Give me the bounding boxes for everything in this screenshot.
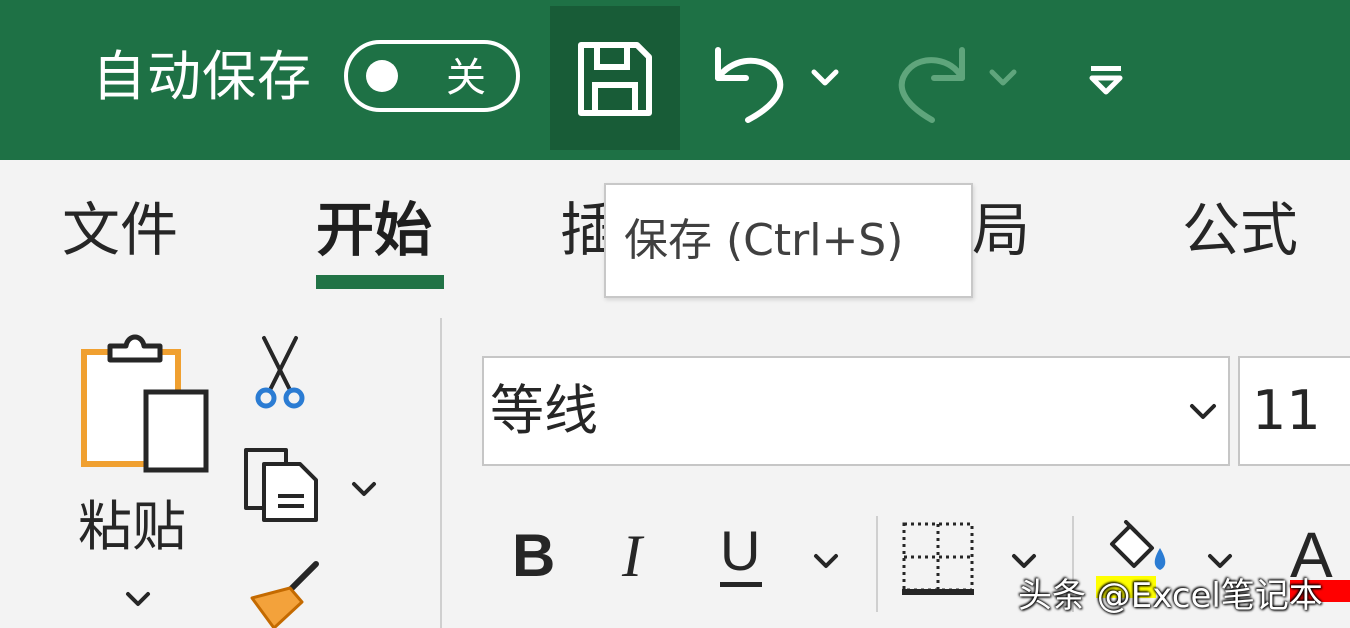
paste-button[interactable] xyxy=(80,334,212,480)
group-separator xyxy=(440,318,442,628)
cut-button[interactable] xyxy=(250,334,310,410)
redo-dropdown[interactable] xyxy=(988,66,1018,90)
italic-button[interactable]: I xyxy=(622,520,642,592)
chevron-down-icon xyxy=(352,482,376,496)
font-name-value: 等线 xyxy=(490,379,598,442)
underline-dropdown[interactable] xyxy=(812,552,840,572)
tab-home[interactable]: 开始 xyxy=(316,192,432,268)
save-button[interactable] xyxy=(550,6,680,150)
undo-button[interactable] xyxy=(708,40,792,124)
title-bar: 自动保存 关 xyxy=(0,0,1350,160)
chevron-down-icon xyxy=(814,554,838,568)
undo-icon xyxy=(715,47,784,123)
font-name-combobox[interactable]: 等线 xyxy=(482,356,1230,466)
customize-toolbar-icon xyxy=(1089,66,1123,95)
underline-icon xyxy=(720,582,762,587)
font-separator xyxy=(876,516,878,612)
borders-icon xyxy=(902,522,974,595)
format-painter-icon xyxy=(250,561,319,628)
tab-page-layout[interactable]: 局 xyxy=(972,192,1030,268)
copy-dropdown[interactable] xyxy=(350,480,378,500)
scissors-icon xyxy=(255,336,305,409)
chevron-down-icon xyxy=(1208,554,1232,568)
chevron-down-icon xyxy=(1190,404,1216,419)
borders-dropdown[interactable] xyxy=(1010,552,1038,572)
format-painter-button[interactable] xyxy=(244,558,324,628)
fill-color-icon xyxy=(1110,520,1166,570)
borders-button[interactable] xyxy=(900,520,976,596)
toggle-knob xyxy=(366,60,398,92)
redo-icon xyxy=(898,47,965,123)
paste-dropdown[interactable] xyxy=(124,590,152,610)
paste-label: 粘贴 xyxy=(78,495,186,558)
chevron-down-icon xyxy=(989,69,1017,86)
save-icon xyxy=(578,42,652,116)
chevron-down-icon xyxy=(811,69,839,86)
chevron-down-icon xyxy=(126,592,150,606)
copy-icon xyxy=(244,448,318,522)
undo-dropdown[interactable] xyxy=(810,66,840,90)
save-tooltip: 保存 (Ctrl+S) xyxy=(604,183,973,298)
font-name-dropdown[interactable] xyxy=(1188,402,1218,424)
customize-toolbar-button[interactable] xyxy=(1088,62,1124,98)
font-size-combobox[interactable]: 11 xyxy=(1238,356,1350,466)
autosave-toggle[interactable]: 关 xyxy=(344,40,520,112)
copy-button[interactable] xyxy=(242,446,322,524)
tab-formulas[interactable]: 公式 xyxy=(1182,192,1298,268)
active-tab-indicator xyxy=(316,275,444,289)
autosave-state: 关 xyxy=(446,55,486,101)
font-size-value: 11 xyxy=(1252,379,1321,442)
bold-button[interactable]: B xyxy=(512,520,555,592)
redo-button[interactable] xyxy=(892,40,976,124)
tab-file[interactable]: 文件 xyxy=(62,192,178,268)
fill-color-button[interactable] xyxy=(1106,520,1172,578)
underline-button[interactable]: U xyxy=(720,518,760,584)
tooltip-text: 保存 (Ctrl+S) xyxy=(624,215,904,266)
fill-color-dropdown[interactable] xyxy=(1206,552,1234,572)
watermark: 头条 @Excel笔记本 xyxy=(1018,576,1323,616)
paste-icon xyxy=(81,334,209,473)
autosave-label: 自动保存 xyxy=(92,45,312,108)
chevron-down-icon xyxy=(1012,554,1036,568)
